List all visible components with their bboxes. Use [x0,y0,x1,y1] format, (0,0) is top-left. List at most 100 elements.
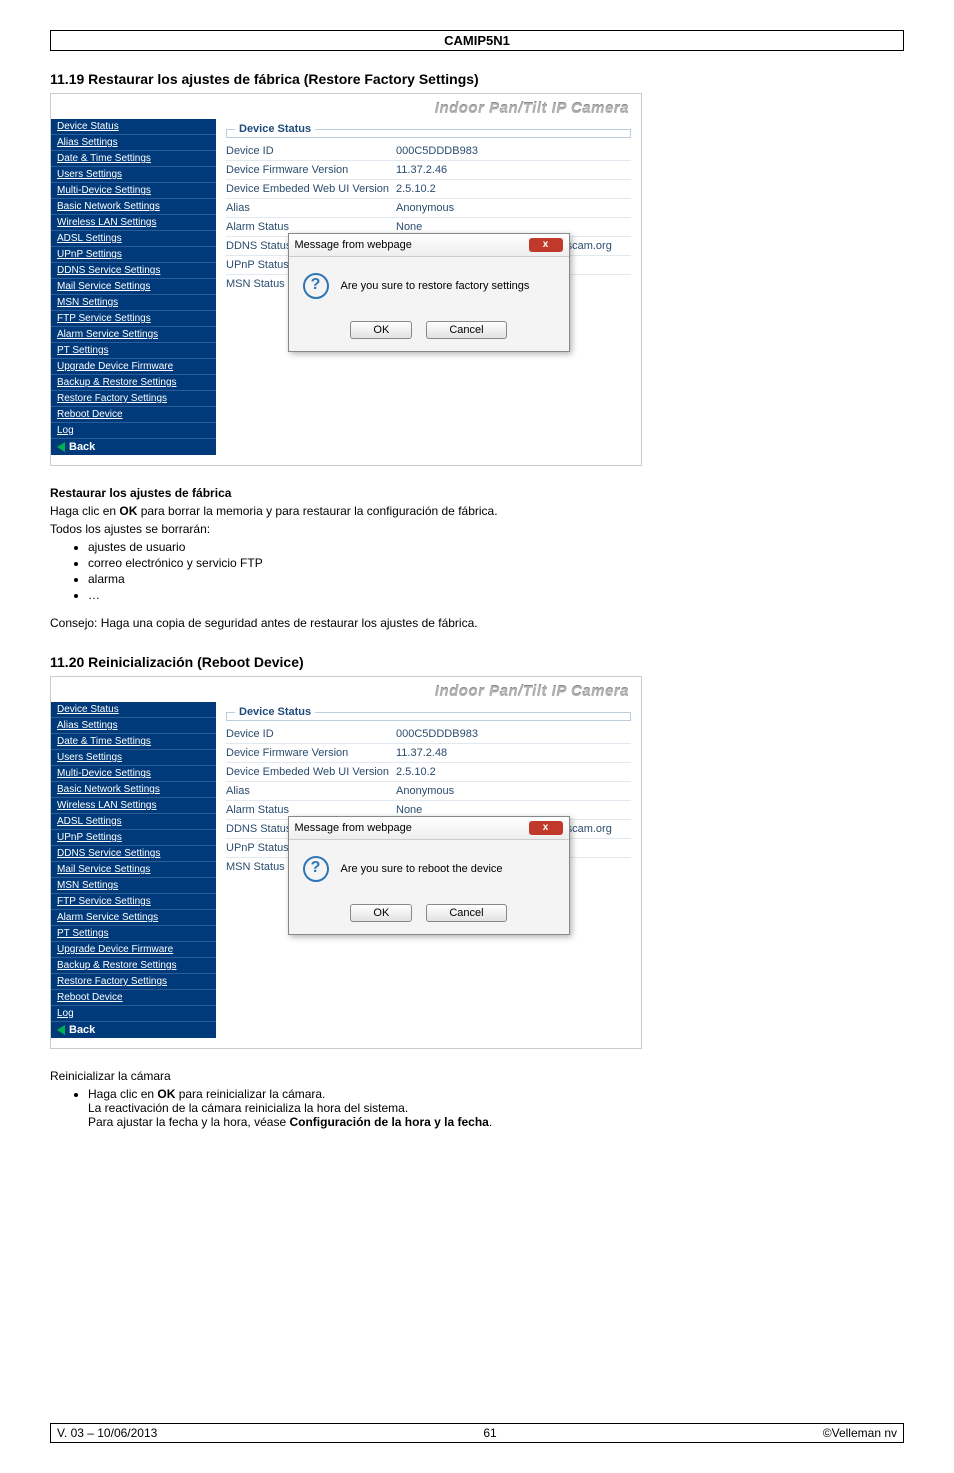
device-status-legend: Device Status [235,123,315,135]
close-icon[interactable]: x [529,238,563,252]
status-value: Anonymous [396,785,454,797]
list-item: Haga clic en OK para reinicializar la cá… [88,1087,904,1129]
sidebar-item[interactable]: ADSL Settings [51,231,216,247]
status-value: None [396,804,422,816]
sidebar-item[interactable]: MSN Settings [51,878,216,894]
tip-text: Consejo: Haga una copia de seguridad ant… [50,616,904,630]
sidebar-item[interactable]: Users Settings [51,750,216,766]
status-value: 11.37.2.46 [396,164,447,176]
sidebar-item[interactable]: UPnP Settings [51,830,216,846]
sidebar-item[interactable]: Alarm Service Settings [51,327,216,343]
sidebar-item[interactable]: Wireless LAN Settings [51,798,216,814]
status-label: Device ID [226,728,396,740]
sidebar-item[interactable]: FTP Service Settings [51,311,216,327]
status-label: Device Embeded Web UI Version [226,766,396,778]
sidebar-item[interactable]: Mail Service Settings [51,279,216,295]
content-pane: Device Status Device ID000C5DDDB983 Devic… [216,119,641,455]
footer-page: 61 [483,1426,496,1440]
status-label: Device ID [226,145,396,157]
list-item: alarma [88,572,904,586]
close-icon[interactable]: x [529,821,563,835]
status-label: Alarm Status [226,804,396,816]
screenshot-reboot: Indoor Pan/Tilt IP Camera Device StatusA… [50,676,642,1049]
status-label: Alias [226,785,396,797]
sidebar-item[interactable]: Log [51,423,216,439]
footer-version: V. 03 – 10/06/2013 [57,1426,157,1440]
status-value: 2.5.10.2 [396,766,436,778]
sidebar-item[interactable]: Mail Service Settings [51,862,216,878]
para-restore-2: Todos los ajustes se borrarán: [50,522,904,536]
sidebar-item[interactable]: Date & Time Settings [51,734,216,750]
back-button[interactable]: Back [51,1022,216,1038]
sidebar-item[interactable]: Multi-Device Settings [51,766,216,782]
sidebar-item[interactable]: PT Settings [51,343,216,359]
sidebar-item[interactable]: Restore Factory Settings [51,391,216,407]
status-label: Device Firmware Version [226,747,396,759]
sidebar-item[interactable]: Alias Settings [51,718,216,734]
status-row: Device Embeded Web UI Version2.5.10.2 [226,762,631,781]
back-button[interactable]: Back [51,439,216,455]
cancel-button[interactable]: Cancel [426,904,506,922]
sidebar-item[interactable]: Basic Network Settings [51,782,216,798]
sidebar-item[interactable]: DDNS Service Settings [51,263,216,279]
bullet-list-reboot: Haga clic en OK para reinicializar la cá… [70,1087,904,1129]
confirm-dialog: Message from webpage x ? Are you sure to… [288,816,570,935]
status-row: AliasAnonymous [226,198,631,217]
sidebar-item[interactable]: Alias Settings [51,135,216,151]
brand-title: Indoor Pan/Tilt IP Camera [51,94,641,119]
status-value: 000C5DDDB983 [396,145,478,157]
doc-footer: V. 03 – 10/06/2013 61 ©Velleman nv [50,1423,904,1443]
sidebar-item[interactable]: MSN Settings [51,295,216,311]
sidebar-item[interactable]: Backup & Restore Settings [51,958,216,974]
sidebar-item[interactable]: Basic Network Settings [51,199,216,215]
section-heading-1120: 11.20 Reinicialización (Reboot Device) [50,654,904,670]
device-status-legend: Device Status [235,706,315,718]
sidebar-item[interactable]: Backup & Restore Settings [51,375,216,391]
section-heading-1119: 11.19 Restaurar los ajustes de fábrica (… [50,71,904,87]
list-item: correo electrónico y servicio FTP [88,556,904,570]
sidebar-item[interactable]: Device Status [51,119,216,135]
sidebar-item[interactable]: Wireless LAN Settings [51,215,216,231]
sidebar-item[interactable]: Date & Time Settings [51,151,216,167]
sidebar-item[interactable]: Restore Factory Settings [51,974,216,990]
sidebar-item[interactable]: PT Settings [51,926,216,942]
sidebar: Device StatusAlias SettingsDate & Time S… [51,119,216,455]
status-row: Device Firmware Version11.37.2.46 [226,160,631,179]
device-status-fieldset: Device Status [226,706,631,721]
sidebar-item[interactable]: DDNS Service Settings [51,846,216,862]
status-value: 11.37.2.48 [396,747,447,759]
sidebar-item[interactable]: Device Status [51,702,216,718]
back-arrow-icon [57,1025,65,1035]
status-row: AliasAnonymous [226,781,631,800]
confirm-dialog: Message from webpage x ? Are you sure to… [288,233,570,352]
sidebar-item[interactable]: Multi-Device Settings [51,183,216,199]
sidebar-item[interactable]: ADSL Settings [51,814,216,830]
sidebar-item[interactable]: UPnP Settings [51,247,216,263]
brand-title: Indoor Pan/Tilt IP Camera [51,677,641,702]
status-value: 2.5.10.2 [396,183,436,195]
sidebar-item[interactable]: Reboot Device [51,990,216,1006]
sidebar-item[interactable]: Alarm Service Settings [51,910,216,926]
sidebar-item[interactable]: Upgrade Device Firmware [51,359,216,375]
ok-button[interactable]: OK [350,321,412,339]
sidebar-item[interactable]: Upgrade Device Firmware [51,942,216,958]
sidebar-item[interactable]: Reboot Device [51,407,216,423]
ok-button[interactable]: OK [350,904,412,922]
sidebar-item[interactable]: Log [51,1006,216,1022]
device-status-fieldset: Device Status [226,123,631,138]
status-label: Alarm Status [226,221,396,233]
content-pane: Device Status Device ID000C5DDDB983Devic… [216,702,641,1038]
list-item: … [88,588,904,602]
question-icon: ? [303,856,329,882]
bullet-list-restore: ajustes de usuariocorreo electrónico y s… [70,540,904,602]
status-label: Alias [226,202,396,214]
footer-copyright: ©Velleman nv [823,1426,897,1440]
sidebar-item[interactable]: Users Settings [51,167,216,183]
status-value: None [396,221,422,233]
status-row: Device Embeded Web UI Version2.5.10.2 [226,179,631,198]
restore-subheading: Restaurar los ajustes de fábrica [50,486,231,500]
cancel-button[interactable]: Cancel [426,321,506,339]
status-row: Device ID000C5DDDB983 [226,725,631,743]
sidebar-item[interactable]: FTP Service Settings [51,894,216,910]
status-row: Device Firmware Version11.37.2.48 [226,743,631,762]
